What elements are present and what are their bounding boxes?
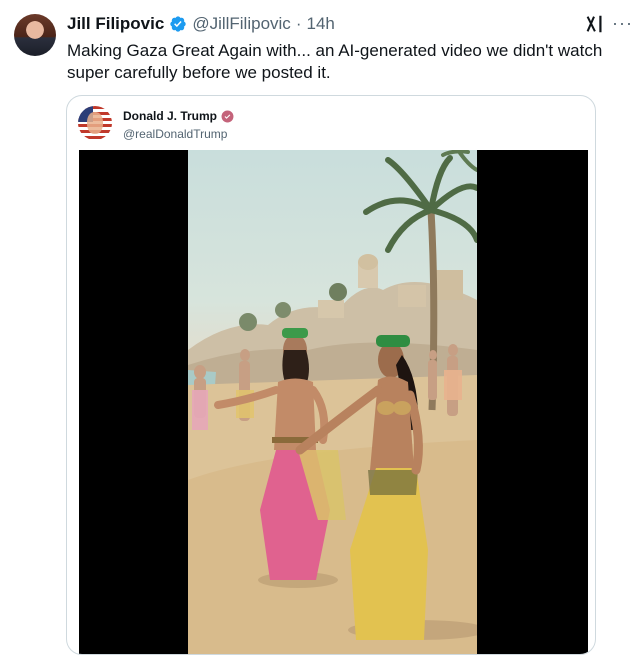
quoted-author-name[interactable]: Donald J. Trump [123, 109, 217, 123]
verified-badge-icon [170, 16, 186, 32]
quoted-author-row: Donald J. Trump [123, 109, 234, 123]
author-avatar[interactable] [14, 14, 56, 56]
more-options-icon[interactable]: ··· [612, 14, 633, 32]
government-badge-icon [221, 110, 234, 122]
author-handle[interactable]: @JillFilipovic [192, 14, 291, 34]
beach-scene-image [188, 150, 477, 654]
author-name[interactable]: Jill Filipovic [67, 14, 164, 34]
video-player[interactable] [79, 150, 588, 654]
post-text: Making Gaza Great Again with... an AI-ge… [67, 41, 603, 82]
grok-icon[interactable] [583, 13, 605, 35]
quoted-post-card[interactable]: Donald J. Trump @realDonaldTrump [66, 95, 596, 655]
post-header: Jill Filipovic @JillFilipovic · 14h [67, 14, 580, 34]
separator-dot: · [295, 14, 302, 33]
video-frame [188, 150, 477, 654]
quoted-author-avatar[interactable] [78, 106, 112, 140]
post-timestamp[interactable]: 14h [306, 14, 334, 34]
quoted-author-handle[interactable]: @realDonaldTrump [123, 127, 227, 141]
